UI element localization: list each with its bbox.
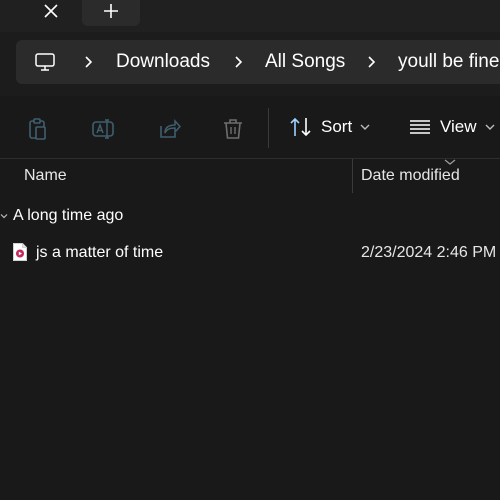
command-bar: Sort View <box>0 96 500 159</box>
new-tab-button[interactable] <box>82 0 140 26</box>
column-header-name[interactable]: Name <box>24 167 67 185</box>
toolbar-separator <box>268 108 269 148</box>
chevron-down-icon[interactable] <box>0 212 8 220</box>
computer-icon[interactable] <box>34 51 56 73</box>
view-button[interactable]: View <box>408 112 495 142</box>
file-date-modified: 2/23/2024 2:46 PM <box>361 244 497 261</box>
column-divider[interactable] <box>352 159 353 193</box>
sort-label: Sort <box>321 117 353 136</box>
close-icon <box>44 4 58 18</box>
tab-strip <box>0 0 500 32</box>
close-tab-button[interactable] <box>36 0 66 26</box>
view-list-icon <box>410 120 430 134</box>
file-name: js a matter of time <box>36 244 164 261</box>
sort-icon <box>290 117 311 137</box>
breadcrumb-current-folder[interactable]: youll be fine <box>398 51 499 73</box>
chevron-right-icon[interactable] <box>82 54 96 70</box>
address-bar[interactable]: Downloads All Songs youll be fine <box>16 40 500 84</box>
audio-file-icon <box>13 243 27 261</box>
paste-icon[interactable] <box>24 116 50 142</box>
chevron-right-icon[interactable] <box>365 54 379 70</box>
column-header-date-modified[interactable]: Date modified <box>361 167 460 185</box>
group-label: A long time ago <box>13 207 124 224</box>
sort-button[interactable]: Sort <box>289 112 370 142</box>
navigation-row: Downloads All Songs youll be fine <box>0 32 500 96</box>
chevron-down-icon <box>360 124 370 130</box>
file-explorer-window: Downloads All Songs youll be fine Sort V… <box>0 0 500 500</box>
column-header-row: Name Date modified <box>0 159 500 195</box>
breadcrumb-all-songs[interactable]: All Songs <box>265 51 345 73</box>
sort-descending-icon <box>444 159 456 165</box>
rename-icon[interactable] <box>90 116 116 142</box>
group-header[interactable]: A long time ago <box>0 205 500 229</box>
share-icon[interactable] <box>156 116 182 142</box>
chevron-right-icon[interactable] <box>232 54 246 70</box>
chevron-down-icon <box>485 124 495 130</box>
plus-icon <box>104 4 118 18</box>
delete-icon[interactable] <box>220 116 246 142</box>
view-label: View <box>440 117 477 136</box>
breadcrumb-downloads[interactable]: Downloads <box>116 51 210 73</box>
file-list-item[interactable]: js a matter of time 2/23/2024 2:46 PM <box>0 240 500 268</box>
